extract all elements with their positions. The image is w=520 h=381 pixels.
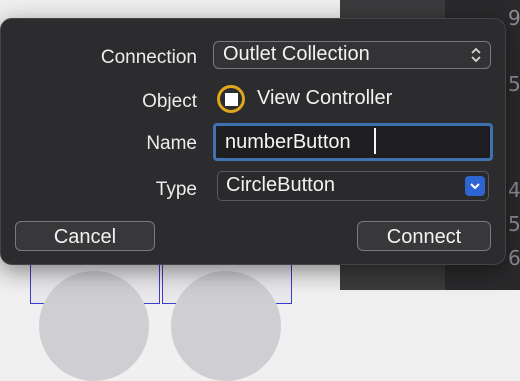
gutter-digit: 9 [508, 6, 520, 30]
gutter-digit: 5 [508, 212, 520, 236]
circle-button-shape [39, 271, 149, 381]
object-radio-icon[interactable] [217, 85, 245, 113]
connect-button[interactable]: Connect [357, 221, 491, 251]
gutter-digit: 5 [508, 72, 520, 96]
text-caret [374, 128, 376, 154]
cancel-button[interactable]: Cancel [15, 221, 155, 251]
gutter-digit: 4 [508, 178, 520, 202]
name-label: Name [146, 133, 197, 154]
connection-label: Connection [100, 47, 197, 68]
circle-button-shape [171, 271, 281, 381]
chevron-down-icon[interactable] [465, 176, 485, 196]
type-combo[interactable]: CircleButton [217, 171, 489, 201]
type-label: Type [155, 179, 197, 200]
updown-chevron-icon [471, 47, 481, 63]
connection-popup[interactable]: Outlet Collection [213, 41, 491, 69]
storyboard-button-cell[interactable] [162, 264, 292, 381]
gutter-digit: 6 [508, 246, 520, 270]
object-label: Object [142, 91, 197, 112]
storyboard-button-cell[interactable] [30, 264, 160, 381]
type-value: CircleButton [226, 174, 335, 196]
object-value: View Controller [257, 87, 393, 109]
view-controller-square [225, 93, 238, 106]
connection-dialog: Connection Outlet Collection Object View… [0, 18, 506, 265]
connection-value: Outlet Collection [223, 43, 370, 65]
chevron-down-glyph [470, 183, 480, 190]
name-input[interactable] [213, 123, 493, 161]
